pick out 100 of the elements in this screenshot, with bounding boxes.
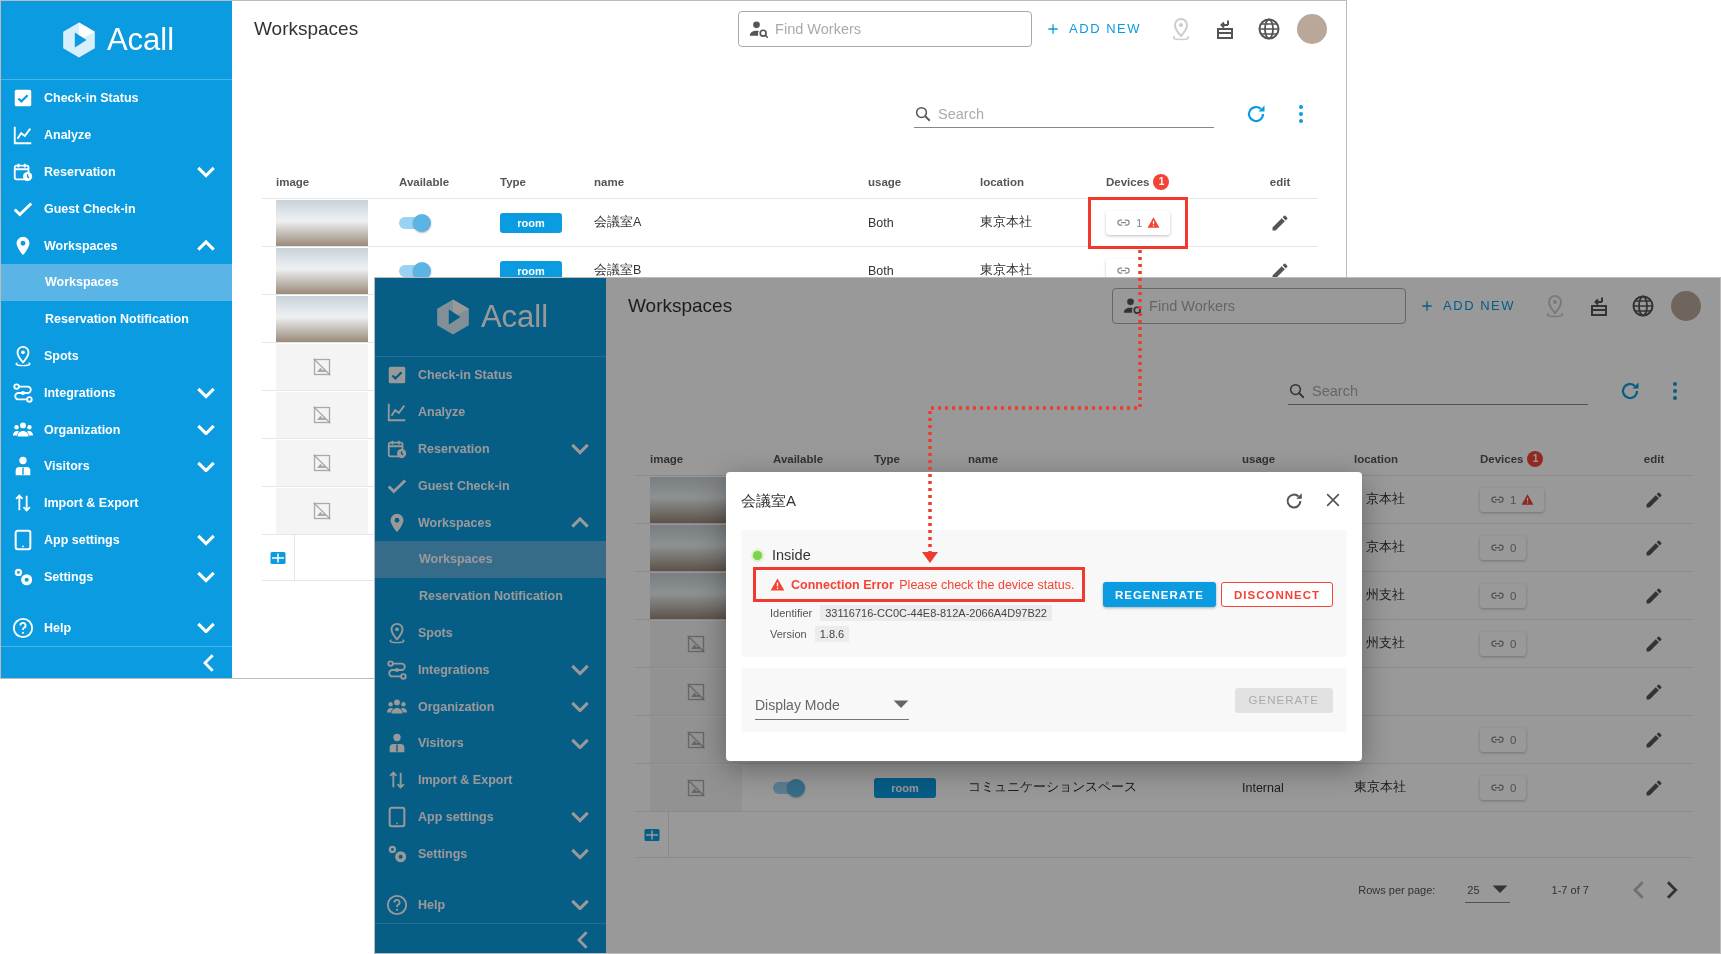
- pencil-icon[interactable]: [1644, 633, 1664, 654]
- add-new-button[interactable]: ADD NEW: [1045, 20, 1141, 37]
- devices-button[interactable]: 0: [1480, 535, 1527, 560]
- sidebar-item[interactable]: Integrations: [1, 374, 232, 412]
- logo-text: Acall: [480, 299, 549, 335]
- devices-button[interactable]: 0: [1480, 583, 1527, 608]
- column-header[interactable]: Available: [773, 453, 824, 465]
- broken-image-icon: [686, 729, 706, 750]
- find-workers-field[interactable]: Find Workers: [738, 10, 1033, 47]
- pencil-icon[interactable]: [1644, 729, 1664, 750]
- line-chart-icon: [386, 401, 408, 424]
- sidebar-item[interactable]: Workspaces: [1, 227, 232, 264]
- table-cell: Both: [868, 263, 894, 278]
- sidebar-item[interactable]: App settings: [1, 521, 232, 559]
- warning-icon: [1521, 493, 1535, 506]
- display-mode-select[interactable]: Display Mode: [755, 690, 909, 720]
- table-cell: 京本社: [1366, 540, 1405, 554]
- devices-button[interactable]: 0: [1480, 631, 1527, 656]
- table-cell: 東京本社: [1354, 780, 1406, 794]
- avatar[interactable]: [1671, 290, 1701, 321]
- line-chart-icon: [12, 124, 34, 147]
- identifier-label: Identifier: [770, 606, 813, 619]
- devices-button[interactable]: 0: [1480, 727, 1527, 752]
- devices-button[interactable]: 0: [1480, 775, 1527, 800]
- sidebar-subitem[interactable]: Reservation Notification: [1, 300, 232, 338]
- sidebar-item[interactable]: Organization: [375, 688, 606, 725]
- pencil-icon[interactable]: [1644, 681, 1664, 702]
- sidebar-item[interactable]: Visitors: [375, 724, 606, 762]
- broken-image-icon: [686, 777, 706, 798]
- pencil-icon[interactable]: [1644, 585, 1664, 606]
- sidebar-item[interactable]: Analyze: [1, 116, 232, 154]
- table-cell: Both: [868, 215, 894, 230]
- broken-image-icon: [686, 681, 706, 702]
- sidebar-item[interactable]: Spots: [1, 337, 232, 375]
- pencil-icon[interactable]: [1270, 212, 1290, 233]
- column-header[interactable]: edit: [1269, 176, 1291, 188]
- chevron-left-icon[interactable]: [577, 930, 589, 949]
- caret-icon: [893, 699, 909, 710]
- toggle-switch[interactable]: [773, 781, 803, 794]
- sidebar-item[interactable]: Organization: [1, 411, 232, 448]
- globe-icon[interactable]: [1257, 16, 1281, 41]
- devices-button[interactable]: 1: [1106, 210, 1171, 235]
- table-cell: 会議室B: [594, 263, 642, 277]
- column-header[interactable]: image: [650, 453, 684, 465]
- sidebar-item[interactable]: Settings: [1, 558, 232, 596]
- pencil-icon[interactable]: [1644, 537, 1664, 558]
- column-header[interactable]: location: [980, 176, 1025, 188]
- sidebar-item[interactable]: Settings: [375, 835, 606, 873]
- calendar-clock-icon: [386, 438, 408, 460]
- broken-image-icon: [312, 452, 332, 473]
- column-header[interactable]: location: [1354, 453, 1399, 465]
- broken-image-icon: [312, 500, 332, 521]
- column-header[interactable]: name: [968, 453, 999, 465]
- error-message: Connection Error Please check the device status.: [791, 577, 1075, 592]
- toggle-switch[interactable]: [399, 264, 429, 277]
- table-cell: 州支社: [1366, 588, 1405, 602]
- disconnect-button[interactable]: DISCONNECT: [1220, 582, 1333, 607]
- table-cell: Internal: [1242, 780, 1284, 795]
- sidebar-item[interactable]: Reservation: [1, 153, 232, 191]
- type-tag: room: [500, 212, 562, 233]
- globe-icon[interactable]: [1631, 293, 1655, 318]
- column-header[interactable]: usage: [1242, 453, 1276, 465]
- table-cell: コミュニケーションスペース: [968, 780, 1137, 794]
- regenerate-button[interactable]: REGENERATE: [1102, 582, 1216, 607]
- status-label: Inside: [772, 547, 811, 563]
- sidebar-item[interactable]: Import & Export: [1, 484, 232, 522]
- devices-button[interactable]: 1: [1480, 487, 1545, 512]
- connection-icon: [386, 658, 408, 681]
- sidebar-item[interactable]: Check-in Status: [1, 80, 232, 117]
- table-cell: 会議室A: [594, 215, 642, 229]
- search-field[interactable]: Search: [914, 100, 1214, 128]
- rows-per-page-select[interactable]: 25: [1465, 877, 1510, 903]
- find-workers-input[interactable]: Find Workers: [775, 20, 1022, 37]
- column-header[interactable]: Type: [500, 176, 526, 188]
- sidebar-subitem[interactable]: Workspaces: [375, 541, 606, 578]
- add-new-button[interactable]: ADD NEW: [1419, 297, 1515, 314]
- pencil-icon[interactable]: [1644, 777, 1664, 798]
- column-header[interactable]: Type: [874, 453, 900, 465]
- next-page-icon[interactable]: [1666, 881, 1678, 899]
- table-cell: 州支社: [1366, 636, 1405, 650]
- sidebar-item[interactable]: Help: [1, 609, 232, 646]
- column-header[interactable]: usage: [868, 176, 902, 188]
- chevron-left-icon[interactable]: [203, 653, 215, 672]
- sidebar-item[interactable]: Guest Check-in: [1, 190, 232, 228]
- pencil-icon[interactable]: [1644, 489, 1664, 510]
- sidebar-item[interactable]: App settings: [375, 798, 606, 836]
- toggle-switch[interactable]: [399, 216, 429, 229]
- sidebar-subitem[interactable]: Workspaces: [1, 264, 232, 301]
- column-header[interactable]: Devices: [1106, 176, 1150, 188]
- column-header[interactable]: Available: [399, 176, 450, 188]
- warning-icon: [1147, 216, 1161, 229]
- column-header[interactable]: name: [594, 176, 625, 188]
- sidebar-item[interactable]: Visitors: [1, 447, 232, 485]
- column-header[interactable]: edit: [1643, 453, 1665, 465]
- search-input[interactable]: Search: [938, 105, 1214, 122]
- column-header[interactable]: image: [276, 176, 310, 188]
- sidebar-item[interactable]: Help: [375, 886, 606, 923]
- sidebar-item[interactable]: Import & Export: [375, 761, 606, 799]
- column-header[interactable]: Devices: [1480, 453, 1524, 465]
- avatar[interactable]: [1297, 13, 1327, 44]
